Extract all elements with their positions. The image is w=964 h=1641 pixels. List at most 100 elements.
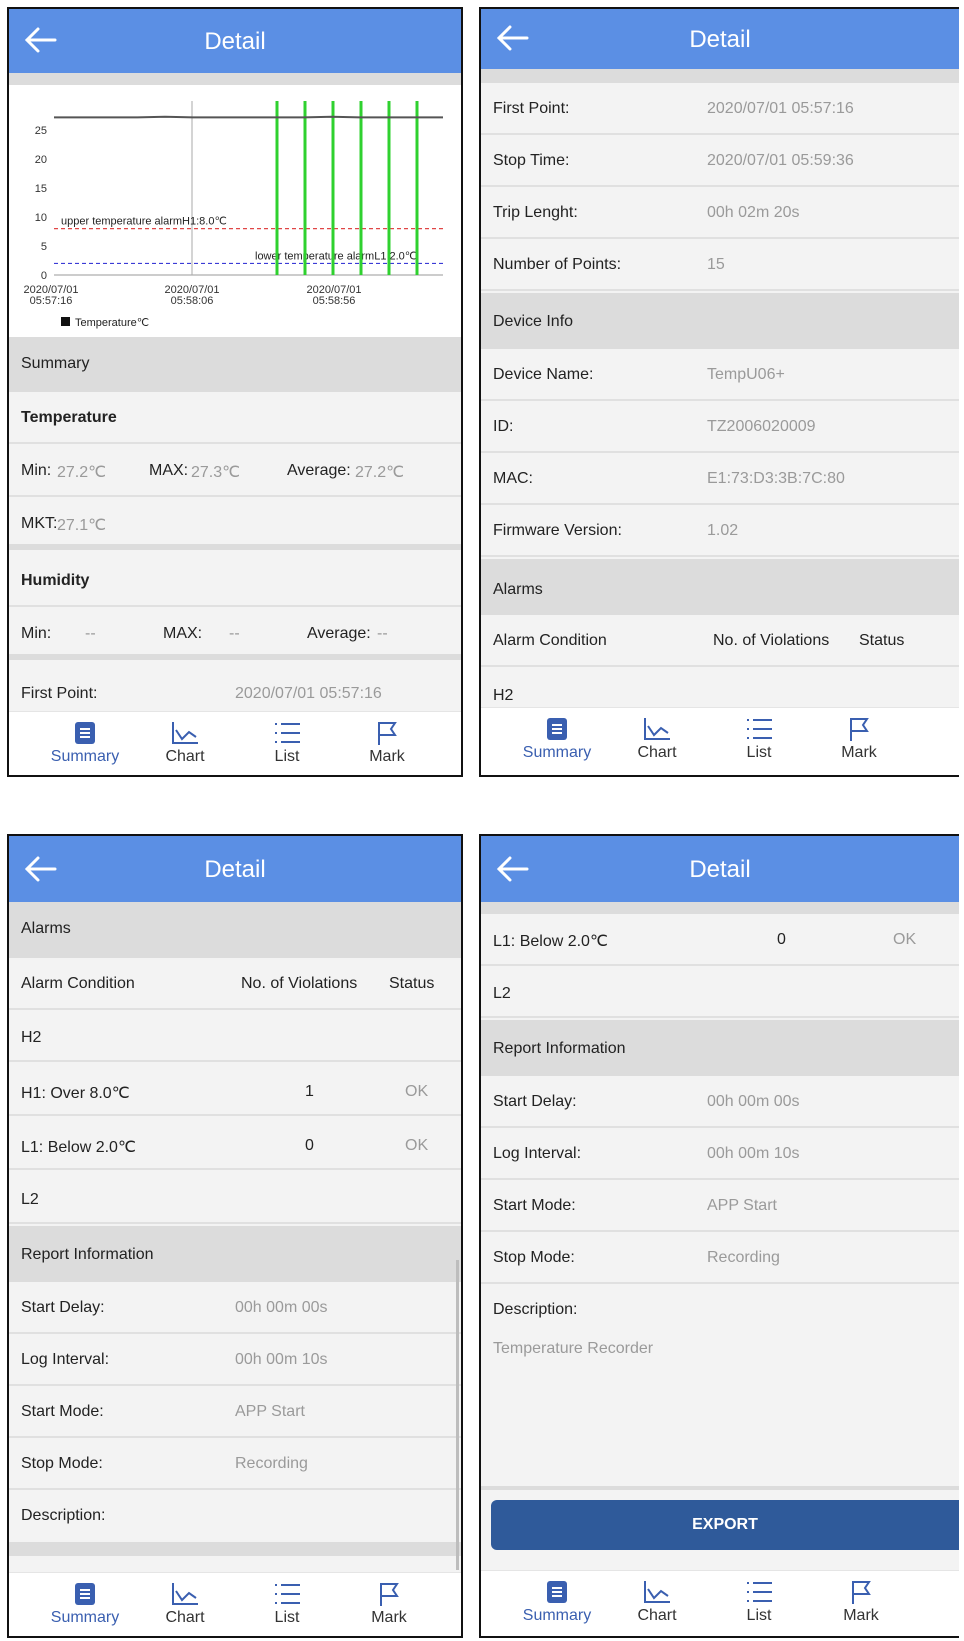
header-divider — [481, 69, 959, 83]
nav-list[interactable]: List — [719, 716, 799, 762]
humidity-heading: Humidity — [21, 572, 90, 589]
mkt-value: 27.1℃ — [57, 517, 107, 534]
start-delay-label: Start Delay: — [21, 1299, 105, 1316]
nav-chart-label: Chart — [637, 744, 677, 761]
flag-icon — [819, 716, 899, 742]
temperature-chart[interactable]: 25 20 15 10 5 0 upper temperature alarmH1:8.0℃… — [9, 85, 461, 337]
summary-section-label: Summary — [21, 355, 90, 372]
nav-chart-label: Chart — [165, 1609, 205, 1626]
start-delay-value: 00h 00m 00s — [707, 1093, 800, 1110]
report-section-label: Report Information — [493, 1040, 626, 1057]
legend-label: Temperature℃ — [75, 317, 149, 329]
alarm-line-label: lower temperature alarmL1:2.0℃ — [255, 250, 417, 262]
points-label: Number of Points: — [493, 256, 622, 273]
nav-chart[interactable]: Chart — [145, 720, 225, 766]
nav-mark[interactable]: Mark — [821, 1579, 901, 1625]
firmware-value: 1.02 — [707, 522, 739, 539]
start-mode-value: APP Start — [707, 1197, 777, 1214]
nav-list[interactable]: List — [247, 1581, 327, 1627]
nav-mark-label: Mark — [843, 1607, 879, 1624]
l2-row: L2 — [481, 966, 959, 1018]
export-button[interactable]: EXPORT — [491, 1500, 959, 1550]
nav-summary[interactable]: Summary — [517, 1579, 597, 1625]
l1-count: 0 — [777, 931, 786, 948]
nav-summary-label: Summary — [522, 1607, 592, 1624]
stop-mode-row: Stop Mode: Recording — [9, 1438, 461, 1490]
x-tick-label-time: 05:58:56 — [313, 295, 356, 307]
stop-mode-label: Stop Mode: — [493, 1249, 575, 1266]
l1-count: 0 — [305, 1137, 314, 1154]
log-interval-label: Log Interval: — [21, 1351, 110, 1368]
nav-list[interactable]: List — [247, 720, 327, 766]
l1-row: L1: Below 2.0℃ 0 OK — [9, 1118, 461, 1170]
app-header: Detail — [9, 836, 461, 902]
list-icon — [719, 716, 799, 742]
hum-max-label: MAX: — [163, 625, 203, 642]
l1-row: L1: Below 2.0℃ 0 OK — [481, 914, 959, 966]
alarms-section-label: Alarms — [21, 920, 71, 937]
summary-icon — [45, 1581, 125, 1607]
start-mode-label: Start Mode: — [493, 1197, 576, 1214]
col-condition: Alarm Condition — [493, 632, 607, 649]
alarms-columns-row: Alarm Condition No. of Violations Status — [481, 615, 959, 667]
stop-time-label: Stop Time: — [493, 152, 570, 169]
points-value: 15 — [707, 256, 725, 273]
alarm-line-label: upper temperature alarmH1:8.0℃ — [61, 216, 227, 228]
device-id-value: TZ2006020009 — [707, 418, 816, 435]
col-violations: No. of Violations — [713, 632, 830, 649]
alarms-columns-row: Alarm Condition No. of Violations Status — [9, 958, 461, 1010]
bottom-nav: Summary Chart List Mark — [9, 1572, 461, 1636]
l2-row: L2 — [9, 1172, 461, 1224]
description-value: Temperature Recorder — [493, 1340, 654, 1357]
report-section-label: Report Information — [21, 1246, 154, 1263]
humidity-stats-row: Min: -- MAX: -- Average: -- — [9, 608, 461, 660]
device-id-label: ID: — [493, 418, 514, 435]
nav-summary[interactable]: Summary — [517, 716, 597, 762]
first-point-value: 2020/07/01 05:57:16 — [235, 685, 382, 702]
panel-report-export: Detail L1: Below 2.0℃ 0 OK L2 Report Inf… — [479, 834, 959, 1638]
alarms-section-header: Alarms — [481, 559, 959, 615]
log-interval-value: 00h 00m 10s — [235, 1351, 328, 1368]
footer-divider — [9, 1542, 461, 1556]
h1-count: 1 — [305, 1083, 314, 1100]
list-icon — [247, 720, 327, 746]
list-icon — [719, 1579, 799, 1605]
summary-icon — [45, 720, 125, 746]
hum-max-value: -- — [229, 625, 240, 642]
col-violations: No. of Violations — [241, 975, 358, 992]
nav-list[interactable]: List — [719, 1579, 799, 1625]
report-section-header: Report Information — [9, 1226, 461, 1282]
temperature-stats-row: Min: 27.2℃ MAX: 27.3℃ Average: 27.2℃ — [9, 445, 461, 497]
temp-min-value: 27.2℃ — [57, 464, 107, 481]
mkt-row: MKT: 27.1℃ — [9, 498, 461, 550]
temp-max-label: MAX: — [149, 462, 189, 479]
l1-status: OK — [405, 1137, 429, 1154]
first-point-row-cut: First Point: 2020/07/01 05:57:16 — [9, 665, 461, 717]
nav-mark-label: Mark — [371, 1609, 407, 1626]
h1-status: OK — [405, 1083, 429, 1100]
l1-status: OK — [893, 931, 917, 948]
device-name-label: Device Name: — [493, 366, 594, 383]
mac-value: E1:73:D3:3B:7C:80 — [707, 470, 845, 487]
header-divider — [9, 73, 461, 85]
start-delay-row: Start Delay: 00h 00m 00s — [481, 1076, 959, 1128]
nav-summary-label: Summary — [522, 744, 592, 761]
h2-label: H2 — [493, 687, 514, 704]
nav-chart[interactable]: Chart — [145, 1581, 225, 1627]
start-mode-row: Start Mode: APP Start — [481, 1180, 959, 1232]
nav-summary[interactable]: Summary — [45, 720, 125, 766]
stop-mode-label: Stop Mode: — [21, 1455, 103, 1472]
app-header: Detail — [481, 9, 959, 69]
nav-chart[interactable]: Chart — [617, 716, 697, 762]
col-status: Status — [859, 632, 905, 649]
nav-summary[interactable]: Summary — [45, 1581, 125, 1627]
nav-mark[interactable]: Mark — [349, 1581, 429, 1627]
scrollbar[interactable] — [456, 1260, 459, 1570]
nav-summary-label: Summary — [50, 1609, 120, 1626]
y-tick-label: 20 — [35, 154, 47, 166]
nav-mark[interactable]: Mark — [819, 716, 899, 762]
nav-mark[interactable]: Mark — [347, 720, 427, 766]
nav-chart[interactable]: Chart — [617, 1579, 697, 1625]
mkt-label: MKT: — [21, 515, 58, 532]
temp-avg-label: Average: — [287, 462, 351, 479]
